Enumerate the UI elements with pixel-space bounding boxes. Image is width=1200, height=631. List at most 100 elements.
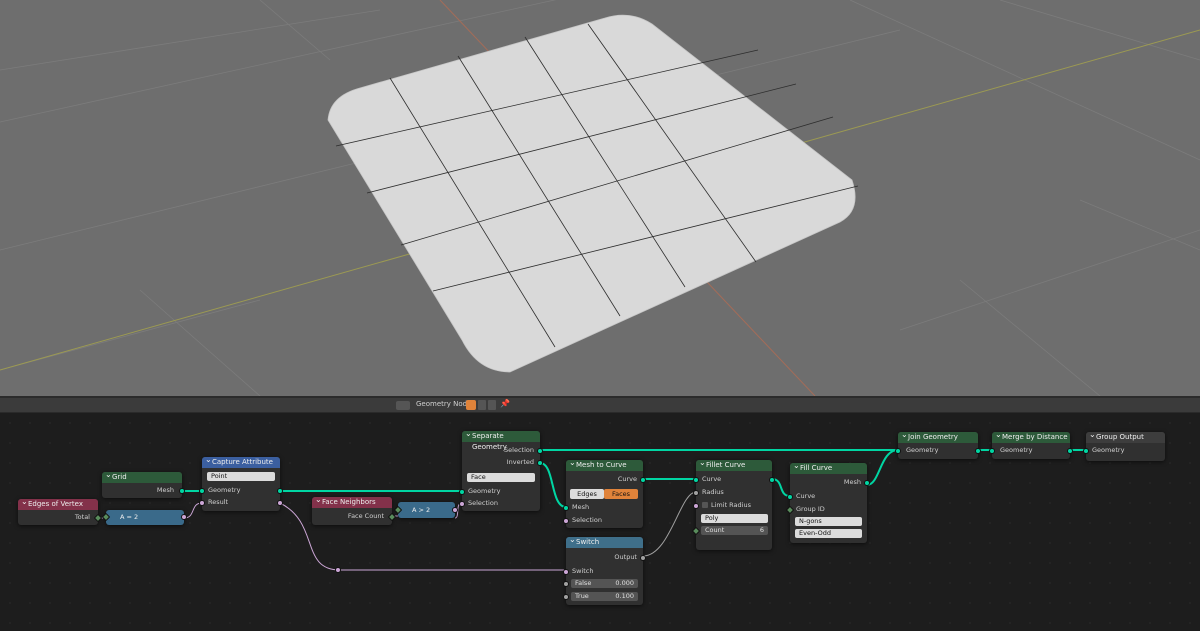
socket-label-curve: Curve	[796, 492, 816, 500]
editor-type-button[interactable]	[396, 401, 410, 410]
socket-label-switch: Switch	[572, 567, 594, 575]
socket-mesh-out[interactable]	[864, 480, 870, 486]
unlink-tree-button[interactable]	[478, 400, 486, 410]
socket-label-output: Output	[614, 553, 637, 561]
mode-edges-button[interactable]: Edges	[570, 489, 604, 499]
compare-label: A > 2	[412, 506, 431, 514]
node-header[interactable]: Edges of Vertex	[18, 496, 98, 510]
node-group-output[interactable]: Group Output Geometry	[1083, 429, 1165, 461]
node-header[interactable]: Separate Geometry	[462, 428, 540, 451]
socket-curve-in[interactable]	[693, 477, 699, 483]
node-header[interactable]: Fillet Curve	[696, 457, 772, 471]
socket-limit-radius[interactable]	[693, 503, 699, 509]
node-header[interactable]: Mesh to Curve	[566, 457, 643, 471]
socket-true[interactable]	[563, 594, 569, 600]
socket-label-geometry: Geometry	[1092, 446, 1125, 454]
socket-label-group-id: Group ID	[796, 505, 825, 513]
checkbox-icon[interactable]	[702, 502, 708, 508]
viewport-scene	[0, 0, 1200, 396]
socket-selection-out[interactable]	[537, 448, 543, 454]
pin-icon[interactable]: 📌	[500, 399, 510, 408]
socket-inverted[interactable]	[537, 460, 543, 466]
socket-label-face-count: Face Count	[347, 512, 384, 520]
socket-result[interactable]	[181, 514, 187, 520]
mode-dropdown[interactable]: N-gons	[795, 517, 862, 526]
socket-result-in[interactable]	[199, 500, 205, 506]
socket-mesh-in[interactable]	[563, 505, 569, 511]
socket-label-geometry: Geometry	[906, 446, 939, 454]
socket-geometry-in[interactable]	[989, 448, 995, 454]
socket-label-result: Result	[208, 498, 229, 506]
socket-geometry-out[interactable]	[1067, 448, 1073, 454]
node-fill-curve[interactable]: Fill Curve Mesh Curve Group ID N-gons Ev…	[785, 460, 870, 543]
socket-geometry-in[interactable]	[459, 489, 465, 495]
socket-output[interactable]	[640, 555, 646, 561]
false-value-field[interactable]: False 0.000	[571, 579, 638, 588]
socket-label-geometry: Geometry	[468, 487, 501, 495]
node-header[interactable]: Face Neighbors	[312, 494, 392, 508]
node-join-geometry[interactable]: Join Geometry Geometry	[895, 429, 981, 459]
socket-result-out[interactable]	[277, 500, 283, 506]
domain-dropdown[interactable]: Face	[467, 473, 535, 482]
socket-label-mesh: Mesh	[572, 503, 590, 511]
node-grid[interactable]: Grid Mesh	[102, 469, 185, 498]
node-merge-by-distance[interactable]: Merge by Distance Geometry	[989, 429, 1073, 459]
socket-result[interactable]	[452, 507, 458, 513]
socket-radius[interactable]	[693, 490, 699, 496]
socket-label-radius: Radius	[702, 488, 724, 496]
mode-faces-button[interactable]: Faces	[604, 489, 638, 499]
node-header[interactable]: Group Output	[1086, 429, 1165, 443]
node-edges-of-vertex[interactable]: Edges of Vertex Total	[18, 496, 103, 525]
node-header[interactable]: Fill Curve	[790, 460, 867, 474]
socket-geometry-out[interactable]	[975, 448, 981, 454]
mode-dropdown[interactable]: Poly	[701, 514, 768, 523]
node-face-neighbors[interactable]: Face Neighbors Face Count	[312, 494, 397, 525]
socket-curve-in[interactable]	[787, 494, 793, 500]
link-switch-radius	[642, 491, 697, 557]
node-editor-header	[0, 398, 1200, 413]
socket-label-geometry: Geometry	[1000, 446, 1033, 454]
socket-curve-out[interactable]	[769, 477, 775, 483]
node-tree-icon[interactable]	[466, 400, 476, 410]
socket-geometry-out[interactable]	[277, 488, 283, 494]
node-switch[interactable]: Switch Output Switch False 0.000 True 0.…	[563, 534, 646, 605]
socket-false[interactable]	[563, 581, 569, 587]
reroute-point[interactable]	[335, 567, 341, 573]
count-field[interactable]: Count 6	[701, 526, 768, 535]
node-header[interactable]: Merge by Distance	[992, 429, 1070, 443]
node-fillet-curve[interactable]: Fillet Curve Curve Radius Limit Radius P…	[691, 457, 775, 550]
true-value-field[interactable]: True 0.100	[571, 592, 638, 601]
fake-user-button[interactable]	[488, 400, 496, 410]
node-header[interactable]: Switch	[566, 534, 643, 548]
node-compare-equal[interactable]: A = 2	[101, 510, 187, 525]
socket-label-mesh: Mesh	[156, 486, 174, 494]
node-capture-attribute[interactable]: Capture Attribute Point Geometry Result	[199, 454, 283, 511]
socket-label-total: Total	[74, 513, 90, 521]
socket-curve-out[interactable]	[640, 477, 646, 483]
node-separate-geometry[interactable]: Separate Geometry Selection Inverted Fac…	[459, 428, 543, 511]
socket-mesh[interactable]	[179, 488, 185, 494]
3d-viewport[interactable]	[0, 0, 1200, 396]
domain-dropdown[interactable]: Point	[207, 472, 275, 481]
socket-geometry-in[interactable]	[199, 488, 205, 494]
socket-label-inverted: Inverted	[506, 458, 534, 466]
socket-label-selection-out: Selection	[504, 446, 534, 454]
socket-geometry-in[interactable]	[895, 448, 901, 454]
node-header[interactable]: Grid	[102, 469, 182, 483]
node-header[interactable]: Capture Attribute	[202, 454, 280, 468]
socket-label-curve: Curve	[702, 475, 722, 483]
compare-label: A = 2	[120, 513, 139, 521]
node-header[interactable]: Join Geometry	[898, 429, 978, 443]
node-mesh-to-curve[interactable]: Mesh to Curve Curve Edges Faces Mesh Sel…	[563, 457, 646, 528]
true-label: True	[575, 592, 589, 600]
socket-switch-in[interactable]	[563, 569, 569, 575]
node-editor-canvas[interactable]: Edges of Vertex Total Grid Mesh A = 2 Ca…	[0, 413, 1200, 631]
socket-selection-in[interactable]	[563, 518, 569, 524]
limit-radius-checkbox[interactable]: Limit Radius	[702, 500, 751, 510]
false-label: False	[575, 579, 592, 587]
socket-geometry-in[interactable]	[1083, 448, 1089, 454]
socket-selection-in[interactable]	[459, 501, 465, 507]
socket-label-selection-in: Selection	[468, 499, 498, 507]
node-compare-greater[interactable]: A > 2	[393, 502, 458, 518]
fill-rule-dropdown[interactable]: Even-Odd	[795, 529, 862, 538]
